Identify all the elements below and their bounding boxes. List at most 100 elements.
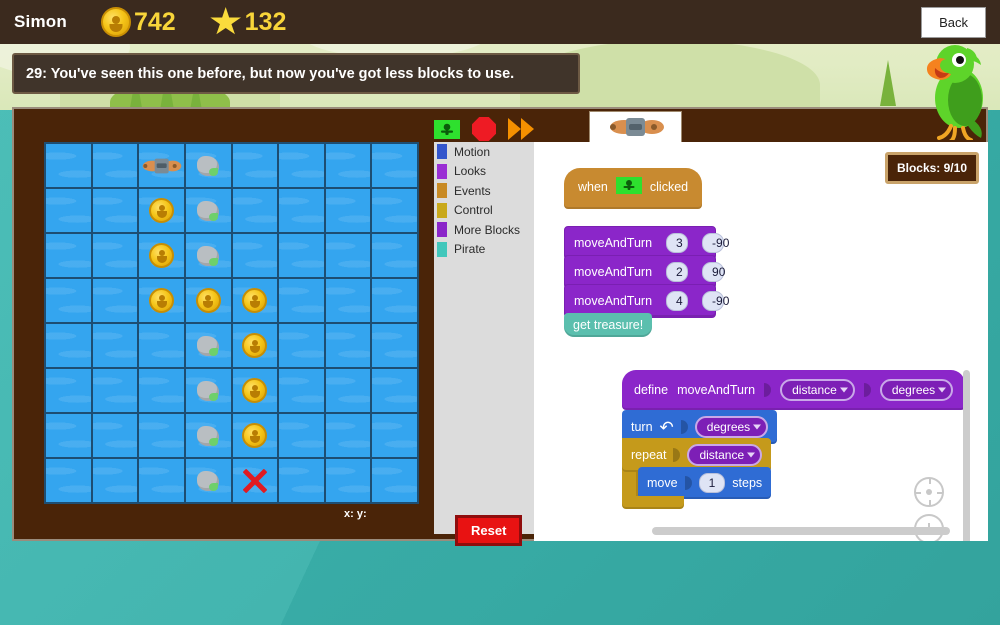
grid-cell[interactable] (91, 368, 139, 413)
canvas-vertical-scrollbar[interactable] (963, 370, 970, 541)
palette-category-events[interactable]: Events (434, 181, 534, 201)
move-steps-value[interactable]: 1 (698, 473, 726, 493)
grid-cell[interactable] (184, 278, 232, 323)
grid-cell[interactable] (138, 233, 185, 278)
grid-cell[interactable] (138, 323, 185, 368)
grid-cell[interactable] (184, 323, 232, 368)
param-degrees[interactable]: degrees (879, 379, 954, 401)
grid-cell[interactable] (184, 413, 232, 458)
grid-cell[interactable] (231, 323, 279, 368)
palette-category-more-blocks[interactable]: More Blocks (434, 220, 534, 240)
degrees-arg[interactable]: -90 (702, 233, 729, 253)
green-flag-icon[interactable] (434, 119, 460, 139)
grid-cell[interactable] (138, 143, 185, 188)
reset-button[interactable]: Reset (455, 515, 523, 546)
grid-cell[interactable] (324, 413, 372, 458)
grid-cell[interactable] (324, 278, 372, 323)
palette-category-motion[interactable]: Motion (434, 142, 534, 162)
grid-cell[interactable] (231, 278, 279, 323)
grid-cell[interactable] (371, 233, 418, 278)
grid-cell[interactable] (371, 323, 418, 368)
grid-cell[interactable] (184, 143, 232, 188)
grid-cell[interactable] (324, 323, 372, 368)
grid-cell[interactable] (45, 323, 92, 368)
grid-cell[interactable] (278, 233, 325, 278)
grid-cell[interactable] (278, 278, 325, 323)
distance-arg[interactable]: 3 (666, 233, 689, 253)
fast-forward-icon[interactable] (508, 118, 536, 140)
rock-token-icon (197, 335, 220, 356)
grid-cell[interactable] (371, 188, 418, 233)
rock-token-icon (197, 470, 220, 491)
grid-cell[interactable] (278, 368, 325, 413)
grid-cell[interactable] (324, 188, 372, 233)
distance-arg[interactable]: 2 (666, 262, 689, 282)
grid-cell[interactable] (278, 188, 325, 233)
grid-cell[interactable] (184, 188, 232, 233)
move-steps-block[interactable]: move 1 steps (638, 467, 772, 499)
grid-cell[interactable] (91, 233, 139, 278)
grid-cell[interactable] (324, 368, 372, 413)
grid-cell[interactable] (231, 368, 279, 413)
repeat-count-arg[interactable]: distance (687, 444, 763, 466)
grid-cell[interactable] (138, 368, 185, 413)
grid-cell[interactable] (231, 233, 279, 278)
grid-cell[interactable] (138, 188, 185, 233)
grid-cell[interactable] (371, 143, 418, 188)
script-canvas[interactable]: Blocks: 9/10 when clicked moveAndTurn 3 (534, 142, 988, 541)
grid-cell[interactable] (45, 143, 92, 188)
turn-degrees-arg[interactable]: degrees (694, 416, 769, 438)
grid-cell[interactable] (231, 413, 279, 458)
param-distance[interactable]: distance (780, 379, 855, 401)
when-flag-clicked-hat-block[interactable]: when clicked (564, 168, 703, 209)
grid-cell[interactable] (138, 413, 185, 458)
grid-cell[interactable] (278, 143, 325, 188)
grid-cell[interactable] (45, 278, 92, 323)
grid-cell[interactable] (184, 368, 232, 413)
grid-cell[interactable] (91, 413, 139, 458)
grid-cell[interactable] (324, 233, 372, 278)
grid-cell[interactable] (231, 143, 279, 188)
grid-cell[interactable] (278, 458, 325, 503)
palette-category-control[interactable]: Control (434, 201, 534, 221)
back-button[interactable]: Back (921, 6, 986, 38)
grid-cell[interactable] (371, 278, 418, 323)
grid-cell[interactable] (324, 458, 372, 503)
grid-cell[interactable] (138, 458, 185, 503)
palette-category-pirate[interactable]: Pirate (434, 240, 534, 260)
grid-cell[interactable] (45, 368, 92, 413)
game-grid[interactable] (44, 142, 419, 504)
grid-cell[interactable] (45, 413, 92, 458)
stop-sign-icon[interactable] (472, 117, 496, 141)
distance-arg[interactable]: 4 (666, 291, 689, 311)
grid-cell[interactable] (138, 278, 185, 323)
degrees-arg[interactable]: 90 (702, 262, 725, 282)
grid-cell[interactable] (371, 368, 418, 413)
grid-cell[interactable] (91, 458, 139, 503)
degrees-arg[interactable]: -90 (702, 291, 729, 311)
arg-notch (764, 383, 772, 397)
grid-cell[interactable] (45, 458, 92, 503)
define-procedure-block[interactable]: define moveAndTurn distance degrees (622, 370, 966, 410)
zoom-reset-icon[interactable] (914, 477, 944, 507)
palette-category-looks[interactable]: Looks (434, 162, 534, 182)
grid-cell[interactable] (371, 413, 418, 458)
get-treasure-cap-block[interactable]: get treasure! (564, 313, 653, 337)
grid-cell[interactable] (278, 413, 325, 458)
grid-cell[interactable] (45, 188, 92, 233)
grid-cell[interactable] (231, 188, 279, 233)
grid-cell[interactable] (278, 323, 325, 368)
grid-cell[interactable] (91, 188, 139, 233)
star-icon (210, 7, 242, 35)
grid-cell[interactable] (91, 278, 139, 323)
grid-cell[interactable] (371, 458, 418, 503)
sprite-thumbnail-tab[interactable] (589, 111, 682, 143)
grid-cell[interactable] (91, 143, 139, 188)
grid-cell[interactable] (231, 458, 279, 503)
canvas-horizontal-scrollbar[interactable] (652, 527, 950, 535)
grid-cell[interactable] (91, 323, 139, 368)
grid-cell[interactable] (45, 233, 92, 278)
grid-cell[interactable] (324, 143, 372, 188)
grid-cell[interactable] (184, 458, 232, 503)
grid-cell[interactable] (184, 233, 232, 278)
